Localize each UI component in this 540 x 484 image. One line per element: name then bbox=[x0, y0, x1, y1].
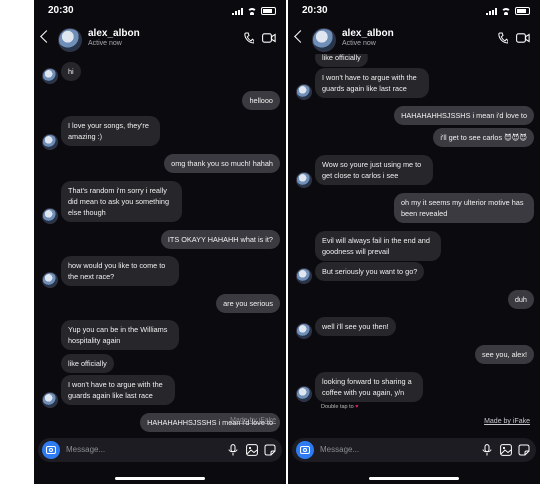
message-avatar bbox=[296, 84, 312, 100]
message-input[interactable]: Message... bbox=[320, 445, 359, 454]
sticker-icon[interactable] bbox=[518, 444, 530, 456]
message-avatar bbox=[42, 68, 58, 84]
heart-icon: ♥ bbox=[355, 404, 359, 410]
microphone-icon[interactable] bbox=[228, 444, 238, 456]
watermark-link[interactable]: Made by iFake bbox=[230, 417, 276, 424]
message-outgoing: omg thank you so much! hahah bbox=[164, 154, 280, 173]
avatar[interactable] bbox=[312, 28, 336, 52]
chevron-left-icon[interactable] bbox=[40, 30, 53, 43]
image-icon[interactable] bbox=[246, 444, 258, 456]
message-avatar bbox=[296, 268, 312, 284]
chat-header: alex_albon Active now bbox=[288, 22, 540, 58]
message-input[interactable]: Message... bbox=[66, 445, 105, 454]
status-bar: 20:30 bbox=[288, 0, 540, 22]
contact-name[interactable]: alex_albon bbox=[88, 28, 140, 39]
watermark-link[interactable]: Made by iFake bbox=[484, 418, 530, 425]
message-incoming: I won't have to argue with the guards ag… bbox=[61, 375, 175, 405]
message-avatar bbox=[296, 386, 312, 402]
message-incoming: Evil will always fail in the end and goo… bbox=[315, 231, 441, 261]
chevron-left-icon[interactable] bbox=[294, 30, 307, 43]
message-incoming: That's random i'm sorry i really did mea… bbox=[61, 181, 182, 222]
message-incoming: Yup you can be in the Williams hospitali… bbox=[61, 320, 179, 350]
message-avatar bbox=[42, 134, 58, 150]
message-avatar bbox=[42, 392, 58, 408]
status-time: 20:30 bbox=[302, 5, 328, 16]
phone-icon[interactable] bbox=[244, 32, 254, 44]
message-outgoing: HAHAHAHHSJSSHS i mean i'd love to bbox=[394, 106, 534, 125]
home-indicator bbox=[115, 477, 205, 480]
status-time: 20:30 bbox=[48, 5, 74, 16]
message-outgoing: i'll get to see carlos 😈😈😈 bbox=[433, 128, 534, 147]
image-icon[interactable] bbox=[500, 444, 512, 456]
message-composer[interactable]: Message... bbox=[38, 438, 282, 462]
message-incoming: how would you like to come to the next r… bbox=[61, 256, 179, 286]
chat-header: alex_albon Active now bbox=[34, 22, 286, 58]
video-camera-icon[interactable] bbox=[262, 33, 276, 43]
video-camera-icon[interactable] bbox=[516, 33, 530, 43]
message-outgoing: are you serious bbox=[216, 294, 280, 313]
wifi-icon bbox=[501, 7, 511, 15]
message-composer[interactable]: Message... bbox=[292, 438, 536, 462]
liked-note: Double tap to ♥ bbox=[321, 404, 359, 410]
message-incoming: well i'll see you then! bbox=[315, 317, 396, 336]
message-incoming: Wow so youre just using me to get close … bbox=[315, 155, 433, 185]
sticker-icon[interactable] bbox=[264, 444, 276, 456]
message-incoming: hi bbox=[61, 62, 81, 81]
signal-icon bbox=[232, 7, 243, 15]
message-incoming: looking forward to sharing a coffee with… bbox=[315, 372, 423, 402]
status-bar: 20:30 bbox=[34, 0, 286, 22]
message-incoming: I love your songs, they're amazing :) bbox=[61, 116, 160, 146]
contact-name[interactable]: alex_albon bbox=[342, 28, 394, 39]
microphone-icon[interactable] bbox=[482, 444, 492, 456]
active-status: Active now bbox=[88, 40, 122, 47]
chat-screen-right: 20:30 alex_albon Active now like officia… bbox=[288, 0, 540, 484]
status-icons bbox=[232, 7, 276, 15]
message-outgoing: ITS OKAYY HAHAHH what is it? bbox=[160, 230, 280, 249]
status-icons bbox=[486, 7, 530, 15]
message-outgoing: see you, alex! bbox=[474, 345, 534, 364]
message-avatar bbox=[296, 172, 312, 188]
message-outgoing: hellooo bbox=[242, 91, 280, 110]
avatar[interactable] bbox=[58, 28, 82, 52]
battery-icon bbox=[515, 7, 530, 15]
message-avatar bbox=[296, 323, 312, 339]
active-status: Active now bbox=[342, 40, 376, 47]
home-indicator bbox=[369, 477, 459, 480]
battery-icon bbox=[261, 7, 276, 15]
message-avatar bbox=[42, 208, 58, 224]
message-avatar bbox=[42, 272, 58, 288]
chat-screen-left: 20:30 alex_albon Active now hi hellooo I… bbox=[34, 0, 286, 484]
message-outgoing: oh my it seems my ulterior motive has be… bbox=[394, 193, 534, 223]
message-outgoing: duh bbox=[507, 290, 534, 309]
signal-icon bbox=[486, 7, 497, 15]
camera-icon[interactable] bbox=[296, 441, 314, 459]
camera-icon[interactable] bbox=[42, 441, 60, 459]
message-incoming: But seriously you want to go? bbox=[315, 262, 425, 281]
phone-icon[interactable] bbox=[498, 32, 508, 44]
wifi-icon bbox=[247, 7, 257, 15]
message-incoming: like officially bbox=[61, 354, 114, 373]
message-incoming: I won't have to argue with the guards ag… bbox=[315, 68, 429, 98]
